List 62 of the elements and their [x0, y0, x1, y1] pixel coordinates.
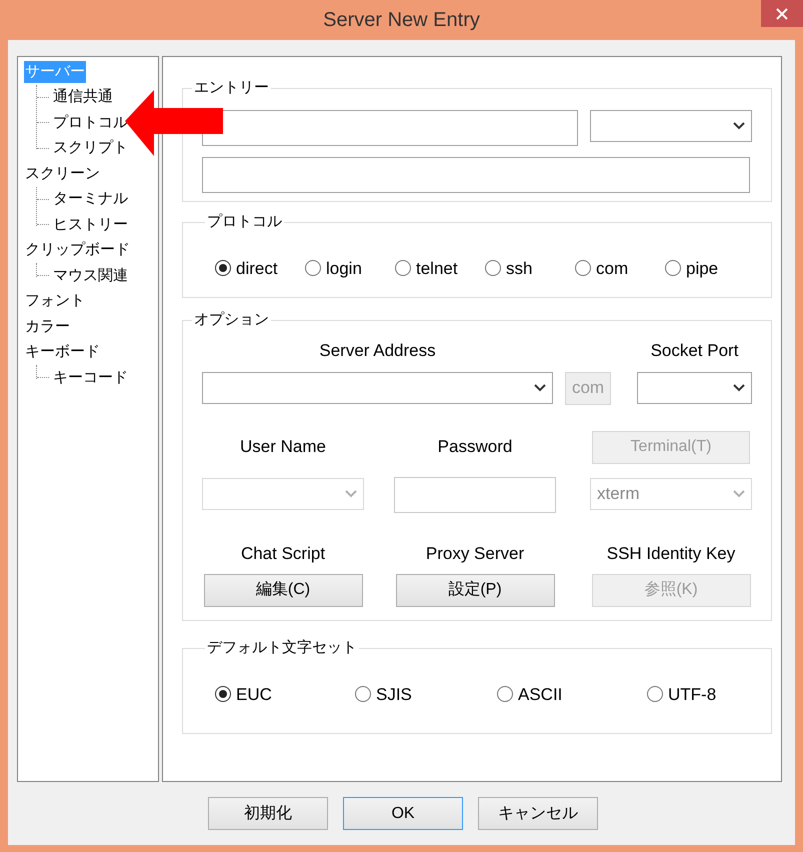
push-button[interactable]: 設定(P): [396, 574, 554, 606]
group-label: デフォルト文字セット: [206, 638, 358, 658]
field-label: Server Address: [319, 340, 436, 362]
tree-item[interactable]: スクリプト: [52, 137, 129, 160]
radio-label: login: [326, 258, 362, 280]
radio-button[interactable]: [215, 686, 231, 702]
chevron-down-icon: [733, 490, 745, 498]
window-title: Server New Entry: [323, 8, 480, 33]
chevron-down-icon: [733, 122, 745, 130]
dialog-button[interactable]: 初期化: [208, 797, 328, 830]
radio-label: ssh: [506, 258, 532, 280]
close-icon: [776, 8, 788, 20]
tree-item[interactable]: ターミナル: [52, 188, 129, 210]
tree-item[interactable]: マウス関連: [52, 264, 129, 287]
field-label: Chat Script: [240, 542, 326, 564]
radio-label: UTF-8: [668, 684, 716, 706]
tree-item[interactable]: 通信共通: [52, 86, 114, 108]
tree-item[interactable]: ヒストリー: [52, 214, 129, 236]
radio-button[interactable]: [395, 260, 411, 276]
radio-label: telnet: [416, 258, 458, 280]
radio-label: ASCII: [518, 684, 562, 706]
radio-button[interactable]: [355, 686, 371, 702]
field-label: Socket Port: [650, 340, 738, 362]
close-button[interactable]: [761, 0, 803, 27]
chevron-down-icon: [345, 490, 357, 498]
chevron-down-icon: [534, 384, 546, 392]
group-label: エントリー: [193, 78, 270, 98]
comment-field[interactable]: [202, 156, 750, 192]
radio-button[interactable]: [647, 686, 663, 702]
password-field[interactable]: [394, 476, 556, 512]
radio-label: SJIS: [376, 684, 412, 706]
radio-label: direct: [236, 258, 278, 280]
tree-item[interactable]: クリップボード: [24, 239, 131, 262]
radio-button[interactable]: [305, 260, 321, 276]
radio-label: EUC: [236, 684, 272, 706]
chevron-down-icon: [733, 384, 745, 392]
dropdown[interactable]: [637, 372, 752, 404]
tree-item[interactable]: プロトコル: [52, 112, 129, 134]
field-label: User Name: [240, 436, 326, 458]
field-label: Password: [438, 436, 512, 458]
radio-button[interactable]: [497, 686, 513, 702]
entry-name-field[interactable]: [202, 110, 578, 146]
dialog-button[interactable]: キャンセル: [478, 797, 598, 830]
dropdown[interactable]: [202, 372, 553, 404]
field-label: Proxy Server: [426, 542, 524, 564]
field-label: SSH Identity Key: [606, 542, 736, 564]
tree-item[interactable]: キーコード: [52, 366, 129, 389]
tree-item[interactable]: カラー: [24, 316, 71, 338]
group-label: オプション: [193, 310, 270, 330]
dialog-button[interactable]: OK: [343, 797, 463, 830]
radio-button[interactable]: [575, 260, 591, 276]
radio-button[interactable]: [665, 260, 681, 276]
push-button[interactable]: 編集(C): [204, 574, 362, 606]
dropdown[interactable]: [590, 110, 752, 142]
tree-item[interactable]: スクリーン: [24, 162, 101, 185]
tree-item[interactable]: キーボード: [24, 341, 101, 364]
radio-button[interactable]: [485, 260, 501, 276]
radio-button[interactable]: [215, 260, 231, 276]
radio-label: com: [596, 258, 628, 280]
tree-item[interactable]: フォント: [24, 290, 86, 312]
radio-label: pipe: [686, 258, 718, 280]
group-label: プロトコル: [206, 212, 283, 232]
